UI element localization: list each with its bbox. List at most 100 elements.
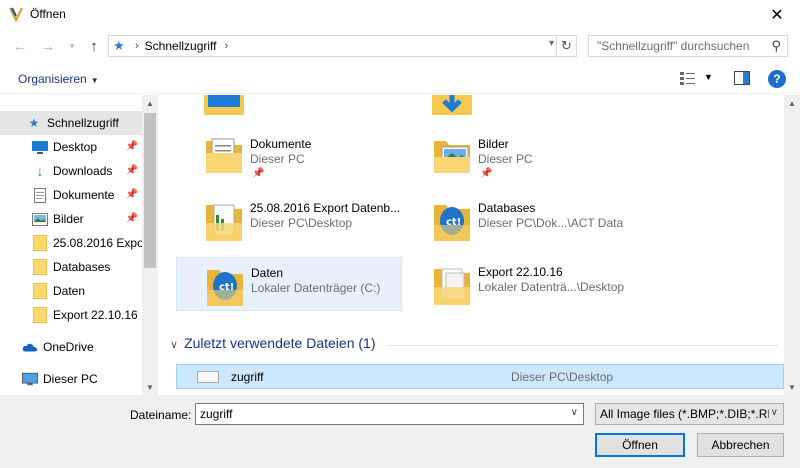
tile-documents[interactable]: Dokumente Dieser PC 📌 [176,129,402,183]
help-button[interactable]: ? [768,70,786,88]
chevron-down-icon: ▼ [90,76,99,85]
sidebar-item-daten[interactable]: Daten [0,279,142,303]
command-bar: Organisieren ▼ ▼ ? [0,62,800,94]
tile-pictures[interactable]: Bilder Dieser PC 📌 [404,129,630,183]
help-icon: ? [773,72,781,86]
dialog-footer: Dateiname: zugriff ∨ All Image files (*.… [0,395,800,468]
tile-path: Dieser PC [250,152,305,166]
group-divider [388,345,778,346]
chevron-down-icon: ▾ [69,40,75,51]
open-button[interactable]: Öffnen [595,433,685,457]
sidebar-item-label: Bilder [53,212,84,226]
search-placeholder: "Schnellzugriff" durchsuchen [597,39,750,53]
act-folder-icon: ct! [207,270,243,306]
sidebar-item-desktop[interactable]: Desktop 📌 [0,135,142,159]
sidebar-item-pictures[interactable]: Bilder 📌 [0,207,142,231]
back-button[interactable]: ← [10,36,30,56]
act-folder-icon: ct! [434,205,470,241]
scroll-up-icon[interactable]: ▲ [142,95,158,111]
pictures-icon [32,211,48,227]
sidebar-item-label: Dieser PC [43,372,98,386]
sidebar-item-export-2210[interactable]: Export 22.10.16 [0,303,142,327]
sidebar-item-databases[interactable]: Databases [0,255,142,279]
filename-field[interactable]: zugriff ∨ [195,403,584,425]
organize-label: Organisieren [18,72,87,86]
sidebar-scrollbar[interactable]: ▲ ▼ [142,95,158,395]
tile-path: Dieser PC [478,152,533,166]
tile-desktop-partial[interactable] [176,95,402,127]
tile-name: 25.08.2016 Export Datenb... [250,201,401,215]
download-icon: ↓ [36,163,44,179]
tile-export-2210[interactable]: Export 22.10.16 Lokaler Datenträ...\Desk… [404,257,630,311]
sidebar-item-label: Downloads [53,164,113,178]
preview-pane-icon[interactable] [734,71,750,85]
content-scrollbar[interactable]: ▲ ▼ [784,95,800,395]
tile-name: Bilder [478,137,509,151]
cancel-button-label: Abbrechen [711,438,770,452]
sidebar-item-downloads[interactable]: ↓ Downloads 📌 [0,159,142,183]
tile-downloads-partial[interactable] [404,95,630,127]
filename-value: zugriff [200,407,233,421]
sidebar-item-export-2016[interactable]: 25.08.2016 Export [0,231,142,255]
sidebar-item-label: Schnellzugriff [47,116,119,130]
open-button-label: Öffnen [622,438,658,452]
address-bar[interactable]: ★ › Schnellzugriff › ▾ ↻ [108,35,577,57]
address-dropdown-icon[interactable]: ▾ [549,38,554,49]
search-input[interactable]: "Schnellzugriff" durchsuchen ⚲ [588,35,788,57]
refresh-icon: ↻ [561,38,572,53]
breadcrumb-quick-access[interactable]: Schnellzugriff [145,39,217,53]
recent-file-row[interactable]: zugriff Dieser PC\Desktop [176,364,784,389]
view-dropdown-icon[interactable]: ▼ [704,72,713,82]
chevron-down-icon[interactable]: ∨ [768,407,778,418]
arrow-up-icon: ↑ [90,37,98,55]
pc-icon [22,371,38,387]
view-options-icon[interactable] [680,71,696,85]
sidebar-item-label: Daten [53,284,86,298]
tile-export-2016[interactable]: 25.08.2016 Export Datenb... Dieser PC\De… [176,193,402,247]
pictures-folder-icon [434,141,470,173]
arrow-left-icon: ← [12,37,28,55]
search-icon: ⚲ [771,38,781,53]
recent-file-name: zugriff [231,370,264,384]
recent-file-path: Dieser PC\Desktop [511,370,614,384]
recent-files-header[interactable]: ∨ Zuletzt verwendete Dateien (1) [170,335,778,355]
sidebar-item-quick-access[interactable]: ★ Schnellzugriff [0,111,142,135]
pin-icon: 📌 [252,168,265,179]
app-icon [9,7,23,22]
cancel-button[interactable]: Abbrechen [697,433,784,457]
organize-button[interactable]: Organisieren ▼ [18,72,99,86]
folder-icon [32,235,48,251]
downloads-folder-icon [432,95,472,115]
up-button[interactable]: ↑ [84,36,104,56]
pin-icon: 📌 [125,165,138,176]
pin-icon: 📌 [125,189,138,200]
filetype-select[interactable]: All Image files (*.BMP;*.DIB;*.RI ∨ [595,403,784,425]
sidebar-item-this-pc[interactable]: Dieser PC [0,367,142,391]
scroll-down-icon[interactable]: ▼ [784,379,800,395]
scroll-up-icon[interactable]: ▲ [784,95,800,111]
sidebar-item-onedrive[interactable]: OneDrive [0,335,142,359]
close-button[interactable]: ✕ [754,0,800,30]
sidebar-item-documents[interactable]: Dokumente 📌 [0,183,142,207]
tile-path: Dieser PC\Desktop [250,216,353,230]
forward-button[interactable]: → [38,36,58,56]
tile-name: Databases [478,201,536,215]
cloud-icon [22,339,38,355]
tile-path: Lokaler Datenträ...\Desktop [478,280,625,294]
close-icon: ✕ [770,7,784,24]
arrow-right-icon: → [40,37,56,55]
tile-path: Lokaler Datenträger (C:) [251,281,381,295]
tile-daten[interactable]: ct! Daten Lokaler Datenträger (C:) [176,257,402,311]
tile-databases[interactable]: ct! Databases Dieser PC\Dok...\ACT Data [404,193,630,247]
tile-name: Daten [251,266,284,280]
navigation-pane: ★ Schnellzugriff Desktop 📌 ↓ Downloads 📌… [0,95,158,395]
refresh-button[interactable]: ↻ [556,36,576,56]
window-title: Öffnen [30,7,66,21]
sidebar-scroll-thumb[interactable] [144,113,156,268]
chevron-down-icon[interactable]: ∨ [571,407,578,418]
tile-name: Export 22.10.16 [478,265,563,279]
breadcrumb-separator-icon: › [135,40,139,52]
scroll-down-icon[interactable]: ▼ [142,379,158,395]
recent-locations-button[interactable]: ▾ [62,36,82,56]
breadcrumb-chevron-icon[interactable]: › [225,40,229,52]
